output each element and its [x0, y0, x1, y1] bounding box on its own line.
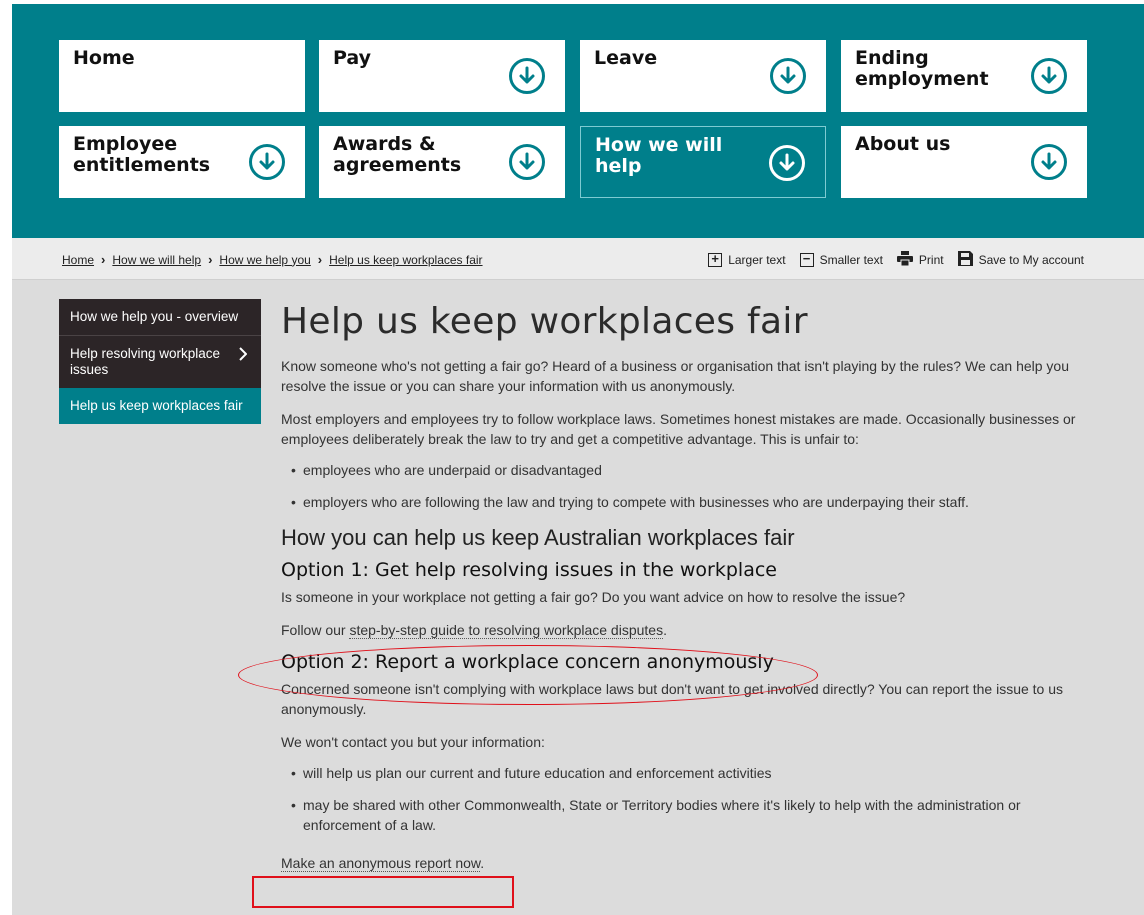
breadcrumb-link-home[interactable]: Home [62, 253, 94, 267]
nav-tile-ending-employment[interactable]: Ending employment [841, 40, 1087, 112]
page-tools: + Larger text − Smaller text Print Save … [694, 251, 1084, 269]
section-heading: How you can help us keep Australian work… [281, 525, 795, 550]
breadcrumb-link-how-we-help-you[interactable]: How we help you [219, 253, 310, 267]
down-arrow-circle-icon [509, 58, 545, 94]
chevron-right-icon: › [101, 252, 106, 267]
nav-tile-leave[interactable]: Leave [580, 40, 826, 112]
left-edge [0, 0, 12, 915]
nav-tile-label: Leave [594, 47, 658, 69]
nav-tile-about-us[interactable]: About us [841, 126, 1087, 198]
sidebar-item-label: Help us keep workplaces fair [70, 398, 243, 413]
nav-tile-label: About us [855, 133, 951, 155]
printer-icon [896, 251, 913, 269]
main-navigation: Home Pay Leave Ending employment Employe… [12, 4, 1144, 238]
option2-text: Concerned someone isn't complying with w… [281, 681, 1064, 717]
save-label: Save to My account [978, 253, 1084, 267]
nav-tile-label: How we will help [595, 134, 723, 177]
report-paragraph: Make an anonymous report now. [281, 853, 1081, 873]
sidebar-item-keep-workplaces-fair[interactable]: Help us keep workplaces fair [59, 388, 261, 424]
larger-text-button[interactable]: + Larger text [708, 252, 786, 267]
sidebar-item-label: Help resolving workplace issues [70, 346, 221, 377]
sidebar-item-overview[interactable]: How we help you - overview [59, 299, 261, 335]
anonymous-report-link[interactable]: Make an anonymous report now [281, 855, 481, 872]
sidebar-item-label: How we help you - overview [70, 309, 239, 324]
list-item: may be shared with other Commonwealth, S… [281, 795, 1081, 835]
nav-tile-pay[interactable]: Pay [319, 40, 565, 112]
smaller-text-button[interactable]: − Smaller text [799, 252, 883, 267]
breadcrumb-bar: Home › How we will help › How we help yo… [12, 238, 1144, 280]
save-to-account-button[interactable]: Save to My account [957, 251, 1084, 269]
print-label: Print [918, 253, 944, 267]
page-title: Help us keep workplaces fair [281, 301, 808, 342]
option1-follow-text: Follow our step-by-step guide to resolvi… [281, 620, 1081, 640]
down-arrow-circle-icon [769, 145, 805, 181]
chevron-right-icon [239, 347, 248, 365]
unfair-to-list: employees who are underpaid or disadvant… [281, 460, 1081, 512]
nav-tile-label: Ending employment [855, 47, 989, 90]
dispute-guide-link[interactable]: step-by-step guide to resolving workplac… [349, 622, 664, 639]
nav-tile-how-we-will-help[interactable]: How we will help [580, 126, 826, 198]
nav-tile-home[interactable]: Home [59, 40, 305, 112]
option1-link-suffix: . [663, 622, 667, 638]
information-use-list: will help us plan our current and future… [281, 763, 1081, 835]
intro-paragraph: Know someone who's not getting a fair go… [281, 358, 1070, 394]
list-item: will help us plan our current and future… [281, 763, 1081, 783]
list-item: employees who are underpaid or disadvant… [281, 460, 1081, 480]
down-arrow-circle-icon [1031, 144, 1067, 180]
down-arrow-circle-icon [249, 144, 285, 180]
option2-text-2: We won't contact you but your informatio… [281, 734, 545, 750]
nav-tile-label: Pay [333, 47, 372, 69]
breadcrumb-link-current[interactable]: Help us keep workplaces fair [329, 253, 482, 267]
option2-heading: Option 2: Report a workplace concern ano… [281, 651, 774, 673]
down-arrow-circle-icon [1031, 58, 1067, 94]
nav-tile-label: Employee entitlements [73, 133, 211, 176]
option1-link-prefix: Follow our [281, 622, 350, 638]
body-paragraph: Most employers and employees try to foll… [281, 411, 1076, 447]
chevron-right-icon: › [317, 252, 323, 267]
minus-box-icon: − [799, 252, 814, 267]
section-sidebar: How we help you - overview Help resolvin… [59, 299, 261, 424]
nav-tile-label: Awards & agreements [333, 133, 462, 176]
larger-text-label: Larger text [728, 253, 786, 267]
down-arrow-circle-icon [509, 144, 545, 180]
breadcrumb: Home › How we will help › How we help yo… [62, 252, 483, 267]
down-arrow-circle-icon [770, 58, 806, 94]
option1-heading: Option 1: Get help resolving issues in t… [281, 559, 777, 581]
breadcrumb-link-how-we-will-help[interactable]: How we will help [112, 253, 201, 267]
sidebar-item-help-resolving[interactable]: Help resolving workplace issues [59, 335, 261, 388]
main-content: Help us keep workplaces fair Know someon… [281, 300, 1081, 873]
chevron-right-icon: › [208, 252, 213, 267]
nav-tile-employee-entitlements[interactable]: Employee entitlements [59, 126, 305, 198]
plus-box-icon: + [708, 252, 723, 267]
print-button[interactable]: Print [896, 251, 944, 269]
smaller-text-label: Smaller text [819, 253, 883, 267]
list-item: employers who are following the law and … [281, 492, 1081, 512]
report-link-suffix: . [480, 855, 485, 871]
nav-tile-awards-agreements[interactable]: Awards & agreements [319, 126, 565, 198]
nav-tile-label: Home [73, 47, 135, 69]
floppy-disk-icon [957, 251, 973, 269]
option1-text: Is someone in your workplace not getting… [281, 589, 906, 605]
